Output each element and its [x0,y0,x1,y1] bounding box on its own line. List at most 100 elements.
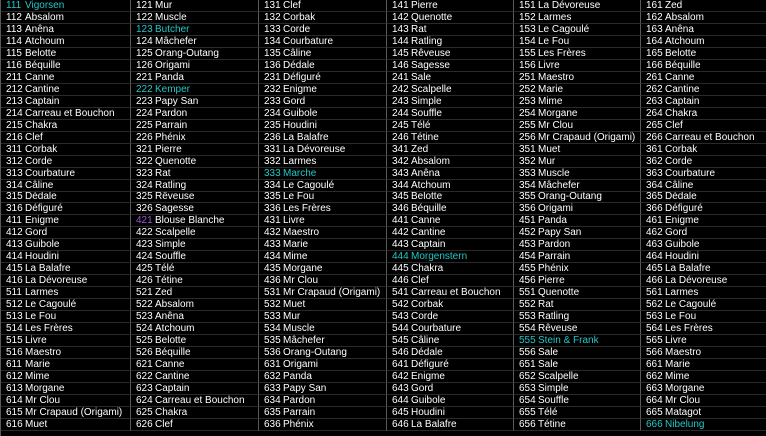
entry-name: Morgenstern [411,251,468,263]
entry-number: 116 [6,59,22,71]
entry-number: 466 [646,275,663,287]
entry-name: Papy San [538,227,582,239]
entry-name: Houdini [411,406,445,418]
table-cell: 533 Mur [259,311,387,324]
entry-name: Morgane [283,263,323,275]
entry-number: 241 [392,71,409,83]
table-cell: 651 Sale [514,359,641,372]
entry-number: 252 [519,83,536,95]
entry-number: 326 [136,203,153,215]
table-cell: 252 Marie [514,83,641,96]
entry-number: 614 [6,394,23,406]
entry-number: 453 [519,239,536,251]
entry-number: 234 [264,107,281,119]
entry-name: Orang-Outang [538,191,602,203]
entry-name: Canne [665,71,695,83]
table-cell: 531 Mr Crapaud (Origami) [259,287,387,300]
entry-number: 162 [646,11,663,23]
entry-name: Tétine [155,275,183,287]
table-cell: 452 Papy San [514,227,641,240]
entry-number: 224 [136,107,153,119]
entry-number: 335 [264,191,281,203]
entry-number: 256 [519,131,536,143]
entry-name: Pierre [538,275,565,287]
entry-name: Chakra [155,406,188,418]
table-cell: 341 Zed [387,143,514,156]
table-cell: 324 Ratling [131,179,259,192]
table-cell: 152 Larmes [514,11,641,24]
entry-name: Courbature [283,35,334,47]
entry-number: 642 [392,371,409,383]
entry-name: Gord [411,383,434,394]
entry-number: 362 [646,155,663,167]
entry-name: Mur [283,311,301,323]
entry-name: Carreau et Bouchon [155,394,245,406]
entry-number: 665 [646,406,663,418]
entry-number: 216 [6,131,23,143]
table-cell: 164 Atchoum [641,36,766,48]
table-cell: 564 Les Frères [641,323,766,336]
entry-name: La Balafre [411,418,457,430]
entry-name: Clef [155,418,173,430]
entry-number: 255 [519,119,536,131]
entry-name: Pardon [283,394,316,406]
entry-number: 454 [519,251,536,263]
table-cell: 332 Larmes [259,155,387,168]
entry-number: 341 [392,143,409,155]
entry-number: 645 [392,406,409,418]
table-cell: 611 Marie [1,359,131,372]
entry-name: Papy San [283,383,327,394]
entry-number: 635 [264,406,281,418]
table-cell: 131 Clef [259,0,387,12]
entry-name: Atchoum [665,35,705,47]
entry-number: 546 [392,347,409,359]
entry-name: Anêna [411,167,440,179]
entry-number: 523 [136,311,153,323]
entry-name: Clef [283,0,301,11]
table-cell: 424 Souffle [131,251,259,264]
entry-number: 156 [519,59,536,71]
table-cell: 653 Simple [514,383,641,395]
entry-name: La Dévoreuse [25,275,88,287]
entry-number: 263 [646,95,663,107]
entry-number: 254 [519,107,536,119]
entry-name: Simple [411,95,442,107]
entry-name: Zed [155,287,173,299]
table-cell: 415 La Balafre [1,263,131,276]
table-cell: 623 Captain [131,383,259,395]
table-cell: 132 Corbak [259,11,387,24]
table-cell: 146 Sagesse [387,59,514,72]
table-cell: 121 Mur [131,0,259,12]
table-cell: 423 Simple [131,239,259,252]
entry-name: Papy San [155,95,199,107]
table-cell: 355 Orang-Outang [514,191,641,204]
table-cell: 322 Quenotte [131,155,259,168]
entry-number: 451 [519,215,536,227]
entry-number: 552 [519,299,536,311]
entry-name: Dédale [283,59,315,71]
entry-name: Dédale [665,191,697,203]
entry-name: Rêveuse [411,47,451,59]
table-cell: 361 Corbak [641,144,766,156]
table-cell: 255 Mr Clou [514,119,641,132]
table-cell: 635 Parrain [259,406,387,419]
table-cell: 225 Parrain [131,119,259,132]
entry-name: Le Cagoulé [538,23,590,35]
entry-name: Belotte [411,191,443,203]
table-cell: 551 Quenotte [514,287,641,300]
entry-number: 555 [519,335,536,347]
entry-number: 131 [264,0,281,11]
entry-number: 443 [392,239,409,251]
entry-number: 114 [6,35,22,47]
table-cell: 115 Belotte [1,47,131,60]
table-cell: 433 Marie [259,239,387,252]
entry-name: Cantine [155,371,190,383]
entry-number: 661 [646,359,663,371]
entry-name: Muscle [538,167,570,179]
table-cell: 615 Mr Crapaud (Origami) [1,406,131,419]
entry-number: 146 [392,59,409,71]
entry-name: Mâchefer [283,335,325,347]
entry-name: Zed [411,143,429,155]
table-cell: 242 Scalpelle [387,83,514,96]
entry-name: Mime [665,371,690,383]
